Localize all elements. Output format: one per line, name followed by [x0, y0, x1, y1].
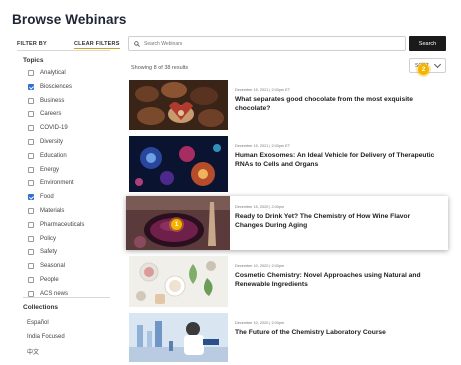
chocolate-icon	[129, 80, 228, 130]
topic-label: Business	[40, 97, 65, 104]
search-box[interactable]	[128, 36, 406, 51]
topic-label: COVID-19	[40, 125, 68, 132]
webinar-card[interactable]: December 15, 2021 | 2:00pm ET Human Exos…	[129, 136, 446, 192]
topic-checkbox[interactable]	[28, 290, 34, 297]
topic-filter[interactable]: Energy	[28, 165, 59, 175]
step-badge-sort: 2	[418, 64, 429, 75]
topic-filter[interactable]: Business	[28, 96, 64, 106]
search-button[interactable]: Search	[409, 36, 446, 51]
topic-filter[interactable]: Seasonal	[28, 261, 65, 271]
webinar-card[interactable]: December 10, 2020 | 2:00pm Cosmetic Chem…	[129, 256, 446, 307]
laboratory-icon	[129, 313, 228, 362]
card-date: December 15, 2021 | 2:00pm ET	[235, 144, 291, 148]
topic-filter[interactable]: Policy	[28, 234, 56, 244]
topic-filter[interactable]: Pharmaceuticals	[28, 220, 84, 230]
card-date: December 15, 2021 | 2:00pm ET	[235, 88, 291, 92]
topic-checkbox[interactable]	[28, 208, 34, 214]
topic-checkbox[interactable]	[28, 221, 34, 228]
topic-filter[interactable]: People	[28, 275, 59, 285]
card-title[interactable]: What separates good chocolate from the m…	[235, 95, 440, 113]
results-count: Showing 8 of 38 results	[131, 65, 189, 71]
search-icon	[134, 40, 140, 47]
webinar-card[interactable]: December 15, 2021 | 2:00pm ET What separ…	[129, 80, 446, 130]
topic-checkbox[interactable]	[28, 125, 34, 132]
topic-label: Environment	[40, 180, 74, 187]
topic-checkbox[interactable]	[28, 166, 34, 173]
topic-checkbox[interactable]	[28, 70, 34, 76]
topic-label: Materials	[40, 208, 65, 214]
topic-checkbox[interactable]	[28, 235, 34, 242]
collections-heading: Collections	[23, 304, 59, 311]
card-title[interactable]: The Future of the Chemistry Laboratory C…	[235, 328, 440, 337]
collection-chinese[interactable]: 中文	[27, 347, 39, 356]
card-title[interactable]: Cosmetic Chemistry: Novel Approaches usi…	[235, 271, 440, 289]
topic-label: Pharmaceuticals	[40, 221, 85, 228]
topic-filter[interactable]: COVID-19	[28, 123, 68, 133]
webinar-card[interactable]: December 10, 2020 | 2:00pm The Future of…	[129, 313, 446, 362]
topic-filter[interactable]: Biosciences	[28, 82, 72, 92]
collections-divider	[23, 297, 110, 298]
topic-filter[interactable]: Food	[28, 192, 54, 202]
topic-filter[interactable]: Education	[28, 151, 67, 161]
collection-espanol[interactable]: Español	[27, 320, 49, 326]
topic-filter[interactable]: Diversity	[28, 137, 63, 147]
card-title[interactable]: Human Exosomes: An Ideal Vehicle for Del…	[235, 151, 440, 169]
clear-filters-link[interactable]: CLEAR FILTERS	[74, 41, 120, 49]
cosmetics-icon	[129, 256, 228, 307]
topic-label: Policy	[40, 235, 57, 242]
topic-checkbox[interactable]	[28, 277, 34, 283]
topic-label: Food	[40, 194, 54, 201]
step-badge-card: 1	[171, 219, 182, 230]
card-date: December 10, 2020 | 2:00pm	[235, 321, 285, 325]
page-title: Browse Webinars	[12, 12, 127, 27]
topic-label: Diversity	[40, 139, 64, 145]
topics-heading: Topics	[23, 57, 44, 64]
card-title[interactable]: Ready to Drink Yet? The Chemistry of How…	[235, 212, 440, 230]
topic-checkbox[interactable]	[28, 180, 34, 187]
topic-label: Seasonal	[40, 263, 66, 270]
collection-india-focused[interactable]: India Focused	[27, 334, 65, 340]
topic-label: ACS news	[40, 290, 69, 297]
topic-checkbox[interactable]	[28, 139, 34, 145]
topic-checkbox[interactable]	[28, 249, 34, 256]
topic-label: Biosciences	[40, 83, 73, 90]
topic-label: Careers	[40, 111, 62, 118]
filter-by-label: FILTER BY	[17, 41, 47, 47]
topic-checkbox[interactable]	[28, 152, 34, 159]
topic-checkbox[interactable]	[28, 194, 34, 201]
topic-filter[interactable]: Environment	[28, 178, 74, 188]
topic-label: Analytical	[40, 70, 66, 76]
topic-label: Safety	[40, 249, 58, 256]
topic-checkbox[interactable]	[28, 263, 34, 270]
topic-filter[interactable]: Analytical	[28, 68, 66, 78]
topic-label: People	[40, 277, 59, 283]
topic-label: Education	[40, 152, 67, 159]
chevron-down-icon	[433, 60, 442, 69]
card-date: December 15, 2020 | 2:00pm	[235, 205, 285, 209]
search-input[interactable]	[144, 40, 394, 47]
topic-label: Energy	[40, 166, 60, 173]
topic-checkbox[interactable]	[28, 111, 34, 118]
topic-filter[interactable]: Careers	[28, 109, 61, 119]
topic-filter[interactable]: Safety	[28, 247, 57, 257]
filter-divider	[17, 50, 110, 51]
topic-checkbox[interactable]	[28, 83, 34, 90]
topic-filter[interactable]: Materials	[28, 206, 64, 216]
cells-icon	[129, 136, 228, 192]
card-date: December 10, 2020 | 2:00pm	[235, 264, 285, 268]
topic-checkbox[interactable]	[28, 97, 34, 104]
